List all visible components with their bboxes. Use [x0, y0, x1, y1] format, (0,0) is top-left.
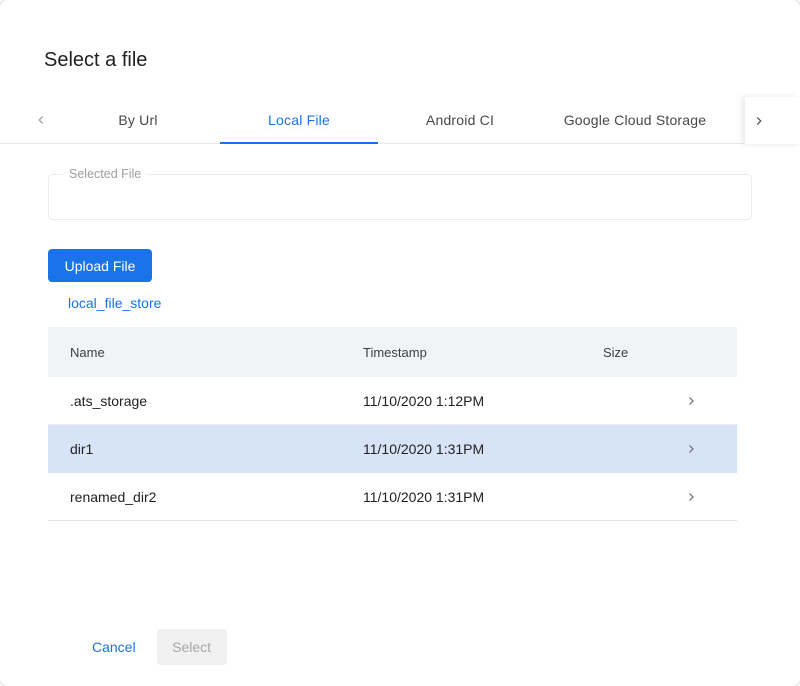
tab-by-url[interactable]: By Url	[58, 97, 218, 143]
select-file-dialog: Select a file By Url Local File Android …	[0, 0, 800, 686]
select-button[interactable]: Select	[157, 629, 227, 665]
cancel-button[interactable]: Cancel	[92, 639, 136, 655]
upload-file-button[interactable]: Upload File	[48, 249, 152, 282]
tabs-scroll-right-button[interactable]	[745, 97, 800, 144]
local-file-panel: Selected File Upload File local_file_sto…	[0, 174, 800, 665]
cell-name: renamed_dir2	[70, 489, 363, 505]
local-file-store-link[interactable]: local_file_store	[68, 295, 161, 311]
dialog-footer: Cancel Select	[92, 629, 752, 665]
table-row[interactable]: dir1 11/10/2020 1:31PM	[48, 425, 737, 473]
tab-label: By Url	[118, 112, 157, 128]
table-header-row: Name Timestamp Size	[48, 327, 737, 377]
table-row[interactable]: .ats_storage 11/10/2020 1:12PM	[48, 377, 737, 425]
cell-timestamp: 11/10/2020 1:31PM	[363, 441, 603, 457]
cell-timestamp: 11/10/2020 1:31PM	[363, 489, 603, 505]
selected-file-label: Selected File	[63, 167, 147, 181]
tab-label: Google Cloud Storage	[564, 112, 707, 128]
chevron-right-icon	[685, 395, 697, 407]
cell-name: dir1	[70, 441, 363, 457]
chevron-left-icon	[34, 113, 48, 127]
selected-file-field: Selected File	[48, 174, 752, 220]
column-header-timestamp: Timestamp	[363, 345, 603, 360]
tab-android-ci[interactable]: Android CI	[380, 97, 540, 143]
page-title: Select a file	[44, 48, 800, 72]
tabs-scroll-left-button[interactable]	[0, 97, 58, 143]
chevron-right-icon	[685, 491, 697, 503]
tab-local-file[interactable]: Local File	[218, 97, 380, 143]
cell-timestamp: 11/10/2020 1:12PM	[363, 393, 603, 409]
chevron-right-icon	[752, 114, 766, 128]
cell-name: .ats_storage	[70, 393, 363, 409]
tab-label: Android CI	[426, 112, 494, 128]
tabs: By Url Local File Android CI Google Clou…	[58, 97, 730, 143]
column-header-name: Name	[70, 345, 363, 360]
selected-file-input[interactable]	[49, 175, 751, 219]
table-row[interactable]: renamed_dir2 11/10/2020 1:31PM	[48, 473, 737, 521]
column-header-size: Size	[603, 345, 737, 360]
tab-bar: By Url Local File Android CI Google Clou…	[0, 97, 800, 144]
chevron-right-icon	[685, 443, 697, 455]
file-table: Name Timestamp Size .ats_storage 11/10/2…	[48, 327, 737, 521]
tab-google-cloud-storage[interactable]: Google Cloud Storage	[540, 97, 730, 143]
tab-label: Local File	[268, 112, 330, 128]
